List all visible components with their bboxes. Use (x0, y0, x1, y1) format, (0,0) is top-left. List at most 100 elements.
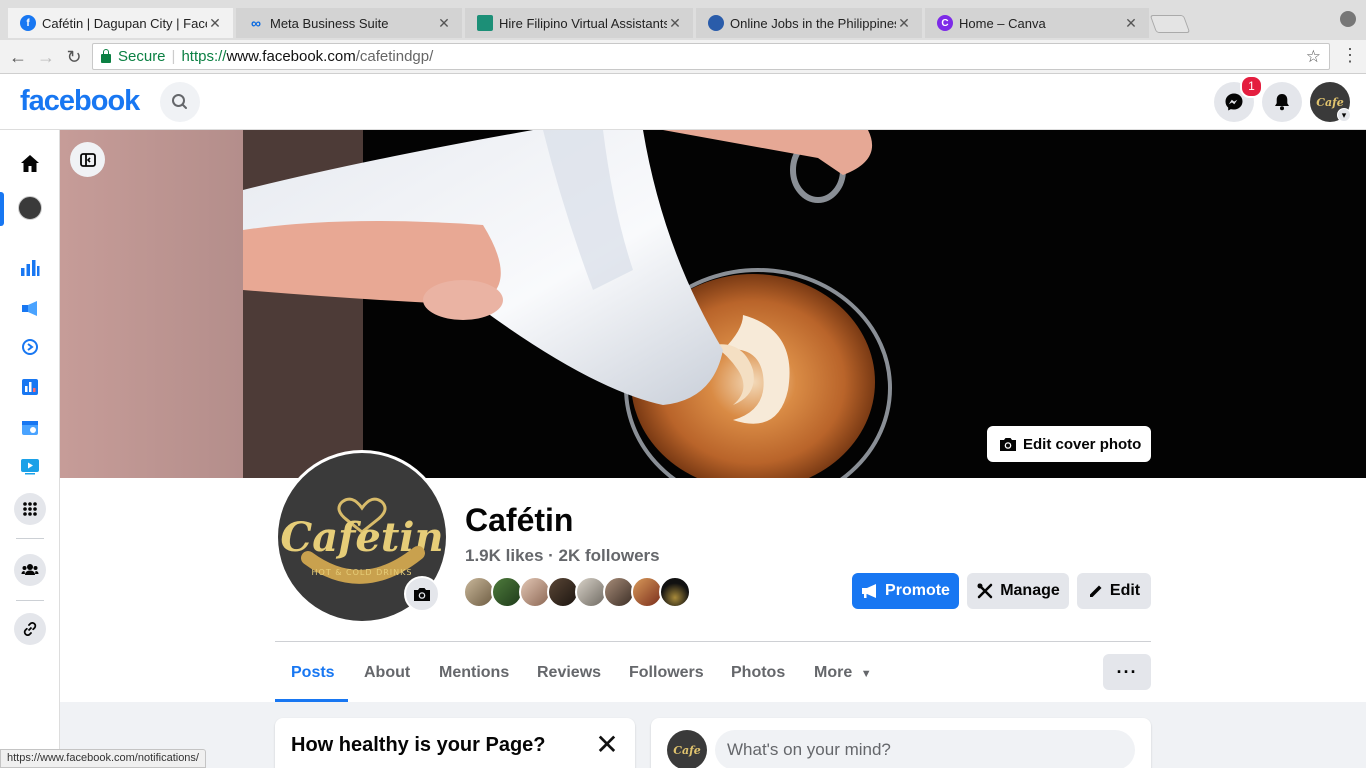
facebook-logo[interactable]: facebook (20, 85, 140, 118)
tab-photos[interactable]: Photos (731, 664, 785, 682)
composer-avatar: Cafe (667, 730, 707, 768)
messenger-icon (1225, 93, 1243, 111)
promote-label: Promote (885, 582, 950, 599)
manage-button[interactable]: Manage (967, 573, 1069, 609)
edit-cover-photo-button[interactable]: Edit cover photo (987, 426, 1151, 462)
tools-icon (977, 583, 993, 599)
svg-text:Cafe: Cafe (673, 744, 701, 757)
browser-tab-meta[interactable]: ∞ Meta Business Suite ✕ (236, 8, 462, 38)
update-profile-picture-button[interactable] (404, 576, 440, 612)
address-bar: ← → ↻ Secure | https:// www.facebook.com… (0, 40, 1366, 74)
home-icon (21, 155, 39, 172)
post-composer-input[interactable]: What's on your mind? (715, 730, 1135, 768)
grid-dots-icon (23, 502, 37, 516)
tab-mentions[interactable]: Mentions (439, 664, 509, 682)
megaphone-icon (862, 584, 877, 598)
report-chart-icon (22, 379, 38, 395)
tab-followers[interactable]: Followers (629, 664, 704, 682)
more-options-button[interactable]: ··· (1103, 654, 1151, 690)
close-icon[interactable]: ✕ (667, 15, 683, 32)
cafetin-logo-small: Cafe (673, 744, 701, 757)
back-icon[interactable]: ← (6, 45, 30, 69)
tabs-divider (275, 641, 1151, 642)
play-icon (21, 459, 39, 475)
tab-more-label: More (814, 664, 853, 681)
close-icon[interactable]: ✕ (896, 15, 912, 32)
lock-icon (101, 49, 111, 63)
tab-title: Home – Canva (959, 15, 1046, 31)
page-title: Cafétin (465, 502, 574, 538)
post-composer-card: Cafe What's on your mind? (651, 718, 1151, 768)
browser-tab-onlinejobs[interactable]: Online Jobs in the Philippines ✕ (696, 8, 922, 38)
tab-reviews[interactable]: Reviews (537, 664, 601, 682)
logo-subtext: HOT & COLD DRINKS (312, 568, 413, 577)
bookmark-star-icon[interactable]: ☆ (1306, 47, 1321, 67)
close-icon[interactable]: ✕ (1123, 15, 1139, 32)
people-icon (21, 564, 39, 575)
reload-icon[interactable]: ↻ (62, 45, 86, 69)
edit-label: Edit (1109, 582, 1141, 599)
tab-title: Online Jobs in the Philippines (730, 15, 896, 31)
planner-button[interactable] (14, 331, 46, 363)
close-icon[interactable]: ✕ (436, 15, 452, 32)
follower-avatar[interactable] (659, 576, 691, 608)
active-tab-indicator (275, 699, 348, 702)
browser-tab-virtual-assistants[interactable]: Hire Filipino Virtual Assistants ✕ (465, 8, 693, 38)
url-path: /cafetindgp/ (355, 48, 434, 65)
rail-divider (16, 538, 44, 539)
page-health-card: How healthy is your Page? ✕ (275, 718, 635, 768)
virtual-assistants-icon (477, 15, 493, 31)
all-tools-button[interactable] (14, 493, 46, 525)
url-scheme: https:// (181, 48, 227, 65)
search-icon (172, 94, 187, 109)
browser-menu-icon[interactable]: ⋮ (1341, 45, 1359, 66)
reports-button[interactable] (14, 371, 46, 403)
insights-button[interactable] (14, 251, 46, 283)
forward-icon[interactable]: → (34, 45, 58, 69)
caret-down-icon: ▼ (860, 668, 872, 680)
meta-icon: ∞ (251, 15, 261, 31)
edit-page-button[interactable]: Edit (1077, 573, 1151, 609)
sidebar-toggle-button[interactable] (70, 142, 105, 177)
promote-button[interactable]: Promote (852, 573, 959, 609)
events-button[interactable] (14, 411, 46, 443)
groups-button[interactable] (14, 554, 46, 586)
calendar-icon (22, 421, 38, 435)
tab-title: Cafétin | Dagupan City | Facebook (42, 15, 207, 31)
camera-icon (1000, 438, 1016, 451)
bell-icon (1275, 94, 1289, 111)
left-navigation-rail (0, 130, 60, 768)
link-button[interactable] (14, 613, 46, 645)
cover-photo-left-panel (60, 130, 243, 478)
notifications-button[interactable] (1262, 82, 1302, 122)
page-likes-followers[interactable]: 1.9K likes · 2K followers (465, 546, 660, 566)
new-tab-button[interactable] (1149, 15, 1191, 33)
chevron-down-icon[interactable]: ▾ (1337, 108, 1351, 122)
close-icon[interactable]: ✕ (207, 15, 223, 32)
page-avatar-icon (18, 196, 42, 220)
url-separator: | (171, 48, 176, 65)
tab-posts[interactable]: Posts (291, 664, 335, 682)
onlinejobs-icon (708, 15, 724, 31)
ads-button[interactable] (14, 292, 46, 324)
page-profile-button[interactable] (14, 192, 46, 224)
browser-profile-icon[interactable] (1340, 11, 1356, 27)
tab-more[interactable]: More ▼ (814, 664, 872, 682)
url-input[interactable]: Secure | https:// www.facebook.com /cafe… (92, 43, 1330, 70)
browser-tab-canva[interactable]: C Home – Canva ✕ (925, 8, 1149, 38)
tab-about[interactable]: About (364, 664, 410, 682)
pencil-icon (1089, 585, 1102, 597)
browser-tab-strip: f Cafétin | Dagupan City | Facebook ✕ ∞ … (0, 0, 1366, 40)
browser-tab-facebook[interactable]: f Cafétin | Dagupan City | Facebook ✕ (8, 8, 233, 38)
search-button[interactable] (160, 82, 200, 122)
cover-photo: Edit cover photo (60, 130, 1366, 478)
close-icon[interactable]: ✕ (595, 731, 619, 759)
edit-cover-photo-label: Edit cover photo (1023, 435, 1142, 453)
home-button[interactable] (14, 148, 46, 180)
video-button[interactable] (14, 450, 46, 482)
latte-art-image (243, 130, 1366, 478)
messenger-badge: 1 (1240, 75, 1263, 98)
browser-status-bar: https://www.facebook.com/notifications/ (0, 749, 206, 768)
manage-label: Manage (1000, 582, 1060, 599)
bar-chart-icon (21, 260, 40, 276)
